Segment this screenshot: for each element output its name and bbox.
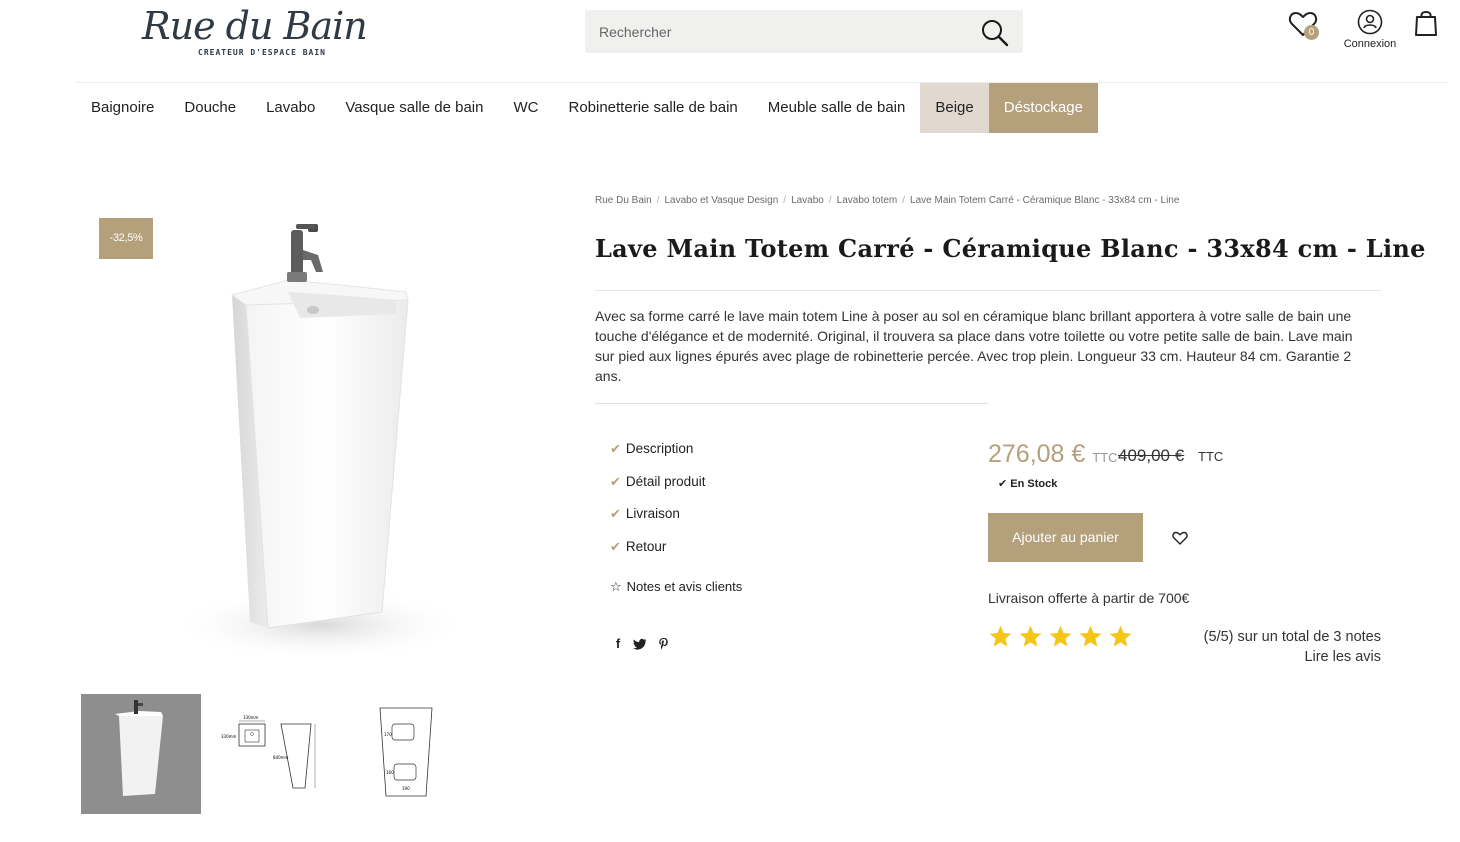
star-icon: [989, 625, 1012, 647]
account-button[interactable]: Connexion: [1340, 9, 1400, 53]
product-title: Lave Main Totem Carré - Céramique Blanc …: [595, 234, 1426, 263]
twitter-icon[interactable]: [633, 636, 647, 652]
main-nav: Baignoire Douche Lavabo Vasque salle de …: [76, 83, 1098, 133]
add-to-cart-button[interactable]: Ajouter au panier: [988, 513, 1143, 562]
old-price: 409,00 €: [1118, 446, 1185, 465]
breadcrumb: Rue Du Bain / Lavabo et Vasque Design / Lava…: [595, 195, 1180, 206]
rating-stars: [988, 624, 1133, 649]
svg-text:330mm: 330mm: [243, 715, 259, 720]
reviews-tab-label: Notes et avis clients: [626, 579, 743, 594]
logo[interactable]: Rue du Bain CREATEUR D'ESPACE BAIN: [140, 4, 368, 60]
logo-tagline: CREATEUR D'ESPACE BAIN: [198, 48, 326, 57]
search-bar: [585, 10, 1023, 53]
product-description: Avec sa forme carré le lave main totem L…: [595, 308, 1353, 384]
tab-label: Détail produit: [625, 474, 706, 489]
tab-retour[interactable]: ✔ Retour: [610, 539, 666, 555]
tab-description[interactable]: ✔ Description: [610, 441, 693, 457]
rating-summary: (5/5) sur un total de 3 notes Lire les a…: [1181, 627, 1381, 667]
wishlist-button[interactable]: 0: [1287, 8, 1321, 42]
tab-label: Livraison: [625, 506, 680, 521]
svg-text:170: 170: [384, 732, 392, 737]
check-icon: ✔: [610, 441, 621, 456]
price-value: 276,08 €: [988, 440, 1086, 468]
breadcrumb-item-lavabo-vasque[interactable]: Lavabo et Vasque Design: [664, 195, 778, 206]
nav-item-meuble[interactable]: Meuble salle de bain: [753, 83, 921, 133]
read-reviews-link[interactable]: Lire les avis: [1181, 647, 1381, 667]
discount-badge: -32,5%: [99, 218, 153, 259]
nav-item-destockage[interactable]: Déstockage: [988, 83, 1098, 133]
tab-livraison[interactable]: ✔ Livraison: [610, 506, 680, 522]
current-price: 276,08 € TTC: [988, 440, 1118, 469]
nav-item-wc[interactable]: WC: [498, 83, 553, 133]
free-shipping-note: Livraison offerte à partir de 700€: [988, 590, 1190, 606]
check-icon: ✔: [610, 474, 621, 489]
nav-item-baignoire[interactable]: Baignoire: [76, 83, 169, 133]
account-label: Connexion: [1343, 38, 1397, 50]
old-price-suffix: TTC: [1198, 449, 1224, 464]
nav-item-douche[interactable]: Douche: [169, 83, 251, 133]
user-icon: [1357, 9, 1383, 35]
tab-reviews[interactable]: ☆ Notes et avis clients: [610, 579, 742, 595]
stock-label: En Stock: [1010, 478, 1058, 490]
price-suffix: TTC: [1092, 450, 1118, 465]
breadcrumb-item-home[interactable]: Rue Du Bain: [595, 195, 652, 206]
check-icon: ✔: [610, 539, 621, 554]
breadcrumb-current: Lave Main Totem Carré - Céramique Blanc …: [910, 195, 1180, 206]
tab-detail-produit[interactable]: ✔ Détail produit: [610, 474, 705, 490]
star-icon: [1019, 625, 1042, 647]
search-input[interactable]: [585, 10, 965, 53]
star-icon: [1049, 625, 1072, 647]
star-icon: [1079, 625, 1102, 647]
tab-label: Retour: [625, 539, 667, 554]
product-thumbnail-3[interactable]: 170 160 190: [350, 694, 470, 814]
wishlist-count-badge: 0: [1304, 25, 1319, 40]
svg-text:330mm: 330mm: [221, 734, 237, 739]
nav-item-vasque[interactable]: Vasque salle de bain: [330, 83, 498, 133]
facebook-icon[interactable]: f: [611, 636, 625, 652]
product-main-image[interactable]: [160, 210, 490, 680]
svg-text:840mm: 840mm: [273, 755, 289, 760]
heart-icon[interactable]: [1171, 529, 1189, 547]
tab-label: Description: [625, 441, 694, 456]
cart-button[interactable]: [1412, 9, 1440, 37]
star-icon: [1109, 625, 1132, 647]
breadcrumb-item-lavabo-totem[interactable]: Lavabo totem: [837, 195, 898, 206]
rating-summary-text: (5/5) sur un total de 3 notes: [1203, 629, 1381, 645]
star-outline-icon: ☆: [610, 579, 622, 594]
nav-item-robinetterie[interactable]: Robinetterie salle de bain: [553, 83, 752, 133]
product-thumbnail-1[interactable]: [81, 694, 201, 814]
nav-item-lavabo[interactable]: Lavabo: [251, 83, 330, 133]
stock-status: ✔ En Stock: [998, 477, 1057, 490]
check-icon: ✔: [610, 506, 621, 521]
product-thumbnail-2[interactable]: 330mm 330mm 840mm: [215, 694, 335, 814]
nav-item-beige[interactable]: Beige: [920, 83, 989, 133]
pinterest-icon[interactable]: [657, 636, 671, 652]
svg-text:190: 190: [402, 786, 410, 791]
title-divider: [595, 290, 1381, 291]
description-divider: [595, 403, 988, 404]
search-icon[interactable]: [981, 19, 1009, 47]
logo-text: Rue du Bain: [142, 4, 368, 48]
svg-text:160: 160: [386, 770, 394, 775]
check-icon: ✔: [998, 478, 1008, 490]
breadcrumb-item-lavabo[interactable]: Lavabo: [791, 195, 824, 206]
shopping-bag-icon: [1415, 11, 1437, 36]
